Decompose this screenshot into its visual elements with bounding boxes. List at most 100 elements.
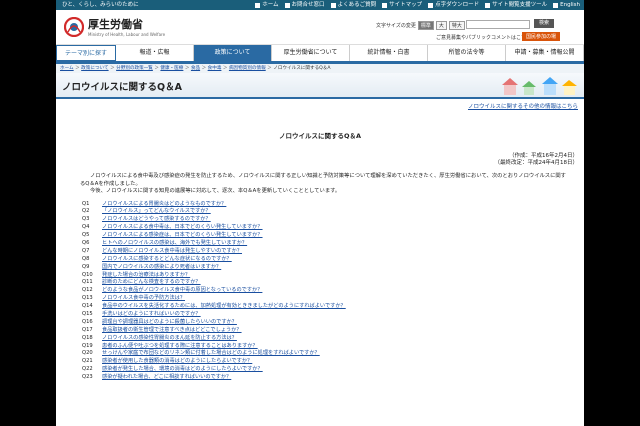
related-info-link[interactable]: ノロウイルスに関するその他の情報はこちら — [468, 104, 578, 110]
font-size-label: 文字サイズの変更 — [376, 23, 416, 29]
document-title: ノロウイルスに関するQ＆A — [278, 132, 362, 140]
question-link[interactable]: 手洗いはどのようにすればいいのですか？ — [102, 311, 201, 319]
contact-icon — [284, 2, 290, 8]
question-number: Q5 — [82, 232, 90, 239]
question-number: Q8 — [82, 255, 90, 262]
font-size-xlarge[interactable]: 特大 — [448, 21, 465, 30]
sitemap-icon — [382, 2, 388, 8]
page-header: ノロウイルスに関するQ＆A — [56, 73, 584, 99]
question-number: Q12 — [82, 287, 93, 294]
question-item: Q4 ノロウイルスによる食中毒は、日本でどのくらい発生していますか？ — [82, 224, 584, 232]
nav-about-ministry[interactable]: 厚生労働省について — [272, 45, 350, 61]
breadcrumb-current: ノロウイルスに関するQ＆A — [273, 66, 331, 71]
question-link[interactable]: 調理台や調理器具はどのように殺菌したらいいのですか？ — [102, 319, 237, 327]
question-number: Q3 — [82, 216, 90, 223]
question-number: Q19 — [82, 342, 93, 349]
question-item: Q13 ノロウイルス食中毒の予防方法は？ — [82, 295, 584, 303]
question-number: Q13 — [82, 295, 93, 302]
created-date: （作成：平成16年2月4日） — [509, 153, 578, 159]
houses-illustration-icon — [502, 77, 577, 95]
utility-link-faq[interactable]: よくあるご質問 — [330, 0, 376, 10]
ministry-logo-icon — [64, 16, 84, 37]
question-item: Q12 どのような食品がノロウイルス食中毒の原因となっているのですか？ — [82, 287, 584, 295]
question-number: Q23 — [82, 374, 93, 381]
question-number: Q2 — [82, 208, 90, 215]
question-number: Q1 — [82, 200, 90, 207]
nav-press[interactable]: 報道・広報 — [116, 45, 194, 61]
opinion-link[interactable]: ご意見募集やパブリックコメントはこちら — [436, 34, 531, 41]
utility-link-contact[interactable]: お問合せ窓口 — [284, 0, 325, 10]
question-number: Q7 — [82, 247, 90, 254]
question-number: Q21 — [82, 358, 93, 365]
question-item: Q22 感染者が発生した場合、環境の消毒はどのようにしたらよいですか？ — [82, 366, 584, 374]
question-item: Q8 ノロウイルスに感染するとどんな症状になるのですか？ — [82, 256, 584, 264]
utility-link-home[interactable]: ホーム — [255, 0, 279, 10]
question-number: Q18 — [82, 334, 93, 341]
nav-theme-search[interactable]: テーマ別に探す — [56, 45, 116, 61]
question-link[interactable]: 食品中のウイルスを失活化するためには、加熱処理が有効とききましたがどのようにすれ… — [102, 303, 346, 311]
question-number: Q6 — [82, 239, 90, 246]
intro-paragraph: ノロウイルスによる食中毒及び感染症の発生を防止するため、ノロウイルスに関する正し… — [80, 173, 566, 187]
question-item: Q5 ノロウイルスによる感染症は、日本でどのくらい発生していますか？ — [82, 232, 584, 240]
global-nav: テーマ別に探す 報道・広報 政策について 厚生労働省について 統計情報・白書 所… — [56, 45, 584, 64]
question-number: Q10 — [82, 271, 93, 278]
question-link[interactable]: ノロウイルスはどうやって感染するのですか？ — [102, 216, 211, 224]
question-link[interactable]: どんな時期にノロウイルス食中毒は発生しやすいのですか？ — [102, 248, 242, 256]
faq-icon — [330, 2, 336, 8]
question-link[interactable]: ヒトへのノロウイルスの感染は、海外でも発生していますか？ — [102, 240, 247, 248]
web-page: ひと、くらし、みらいのために ホーム お問合せ窓口 よくあるご質問 サイトマップ… — [56, 0, 584, 426]
breadcrumb: ホーム ＞ 政策について ＞ 分野別の政策一覧 ＞ 健康・医療 ＞ 食品 ＞ 食… — [56, 64, 584, 73]
breadcrumb-pathogen[interactable]: 病因物質別の情報 — [229, 66, 266, 71]
question-item: Q23 感染が疑われた場合、どこに相談すればいいのですか？ — [82, 374, 584, 382]
site-logo[interactable]: 厚生労働省 Ministry of Health, Labour and Wel… — [64, 16, 165, 37]
question-number: Q15 — [82, 310, 93, 317]
question-item: Q9 国内でノロウイルスの感染により死者はいますか？ — [82, 264, 584, 272]
intro-text: ノロウイルスによる食中毒及び感染症の発生を防止するため、ノロウイルスに関する正し… — [56, 167, 584, 196]
question-number: Q16 — [82, 318, 93, 325]
site-subtitle: Ministry of Health, Labour and Welfare — [88, 32, 166, 37]
support-tool-icon — [485, 2, 491, 8]
question-item: Q18 ノロウイルスの感染性胃腸炎のまん延を防止する方法は？ — [82, 335, 584, 343]
breadcrumb-food[interactable]: 食品 — [191, 66, 200, 71]
breadcrumb-policy-list[interactable]: 分野別の政策一覧 — [116, 66, 153, 71]
site-title: 厚生労働省 — [88, 18, 143, 31]
question-item: Q7 どんな時期にノロウイルス食中毒は発生しやすいのですか？ — [82, 248, 584, 256]
breadcrumb-home[interactable]: ホーム — [60, 66, 74, 71]
question-link[interactable]: どのような食品がノロウイルス食中毒の原因となっているのですか？ — [102, 287, 262, 295]
question-link[interactable]: ノロウイルス食中毒の予防方法は？ — [102, 295, 185, 303]
question-link[interactable]: 食品取扱者の衛生管理で注意すべき点はどどこでしょうか？ — [102, 327, 242, 335]
question-link[interactable]: 感染が疑われた場合、どこに相談すればいいのですか？ — [102, 374, 231, 382]
question-item: Q17 食品取扱者の衛生管理で注意すべき点はどどこでしょうか？ — [82, 327, 584, 335]
question-link[interactable]: 国内でノロウイルスの感染により死者はいますか？ — [102, 264, 221, 272]
utility-link-sitemap[interactable]: サイトマップ — [382, 0, 422, 10]
search-button[interactable]: 検索 — [534, 19, 554, 28]
question-link[interactable]: ノロウイルスの感染性胃腸炎のまん延を防止する方法は？ — [102, 335, 237, 343]
intro-paragraph: 今後、ノロウイルスに関する知見の進展等に対応して、逐次、本Q＆Aを更新していくこ… — [90, 188, 341, 194]
question-link[interactable]: ノロウイルスによる感染症は、日本でどのくらい発生していますか？ — [102, 232, 263, 240]
nav-policy[interactable]: 政策について — [194, 45, 272, 61]
question-link[interactable]: 感染者が発生した場合、環境の消毒はどのようにしたらよいですか？ — [102, 366, 263, 374]
breadcrumb-policy[interactable]: 政策について — [81, 66, 108, 71]
page-title: ノロウイルスに関するQ＆A — [62, 82, 182, 93]
utility-link-english[interactable]: English — [553, 0, 580, 10]
top-strip: ひと、くらし、みらいのために ホーム お問合せ窓口 よくあるご質問 サイトマップ… — [56, 0, 584, 10]
font-size-standard[interactable]: 標準 — [417, 21, 434, 30]
utility-link-braille[interactable]: 点字ダウンロード — [428, 0, 479, 10]
font-size-large[interactable]: 大 — [435, 21, 447, 30]
utility-link-support-tool[interactable]: サイト閲覧支援ツール — [485, 0, 547, 10]
nav-statistics[interactable]: 統計情報・白書 — [350, 45, 428, 61]
question-number: Q17 — [82, 326, 93, 333]
search-input[interactable] — [466, 20, 530, 29]
breadcrumb-health[interactable]: 健康・医療 — [160, 66, 183, 71]
english-icon — [553, 2, 559, 8]
breadcrumb-food-poisoning[interactable]: 食中毒 — [208, 66, 222, 71]
question-list: Q1 ノロウイルスによる胃腸炎はどのようなものですか？ Q2 「ノロウイルス」ってど… — [56, 201, 584, 382]
question-number: Q20 — [82, 350, 93, 357]
question-number: Q11 — [82, 279, 93, 286]
nav-laws[interactable]: 所管の法令等 — [428, 45, 506, 61]
question-link[interactable]: ノロウイルスに感染するとどんな症状になるのですか？ — [102, 256, 232, 264]
question-link[interactable]: ノロウイルスによる食中毒は、日本でどのくらい発生していますか？ — [102, 224, 263, 232]
question-item: Q15 手洗いはどのようにすればいいのですか？ — [82, 311, 584, 319]
participate-button[interactable]: 国民参加の場 — [522, 32, 561, 41]
nav-applications[interactable]: 申請・募集・情報公開 — [506, 45, 584, 61]
